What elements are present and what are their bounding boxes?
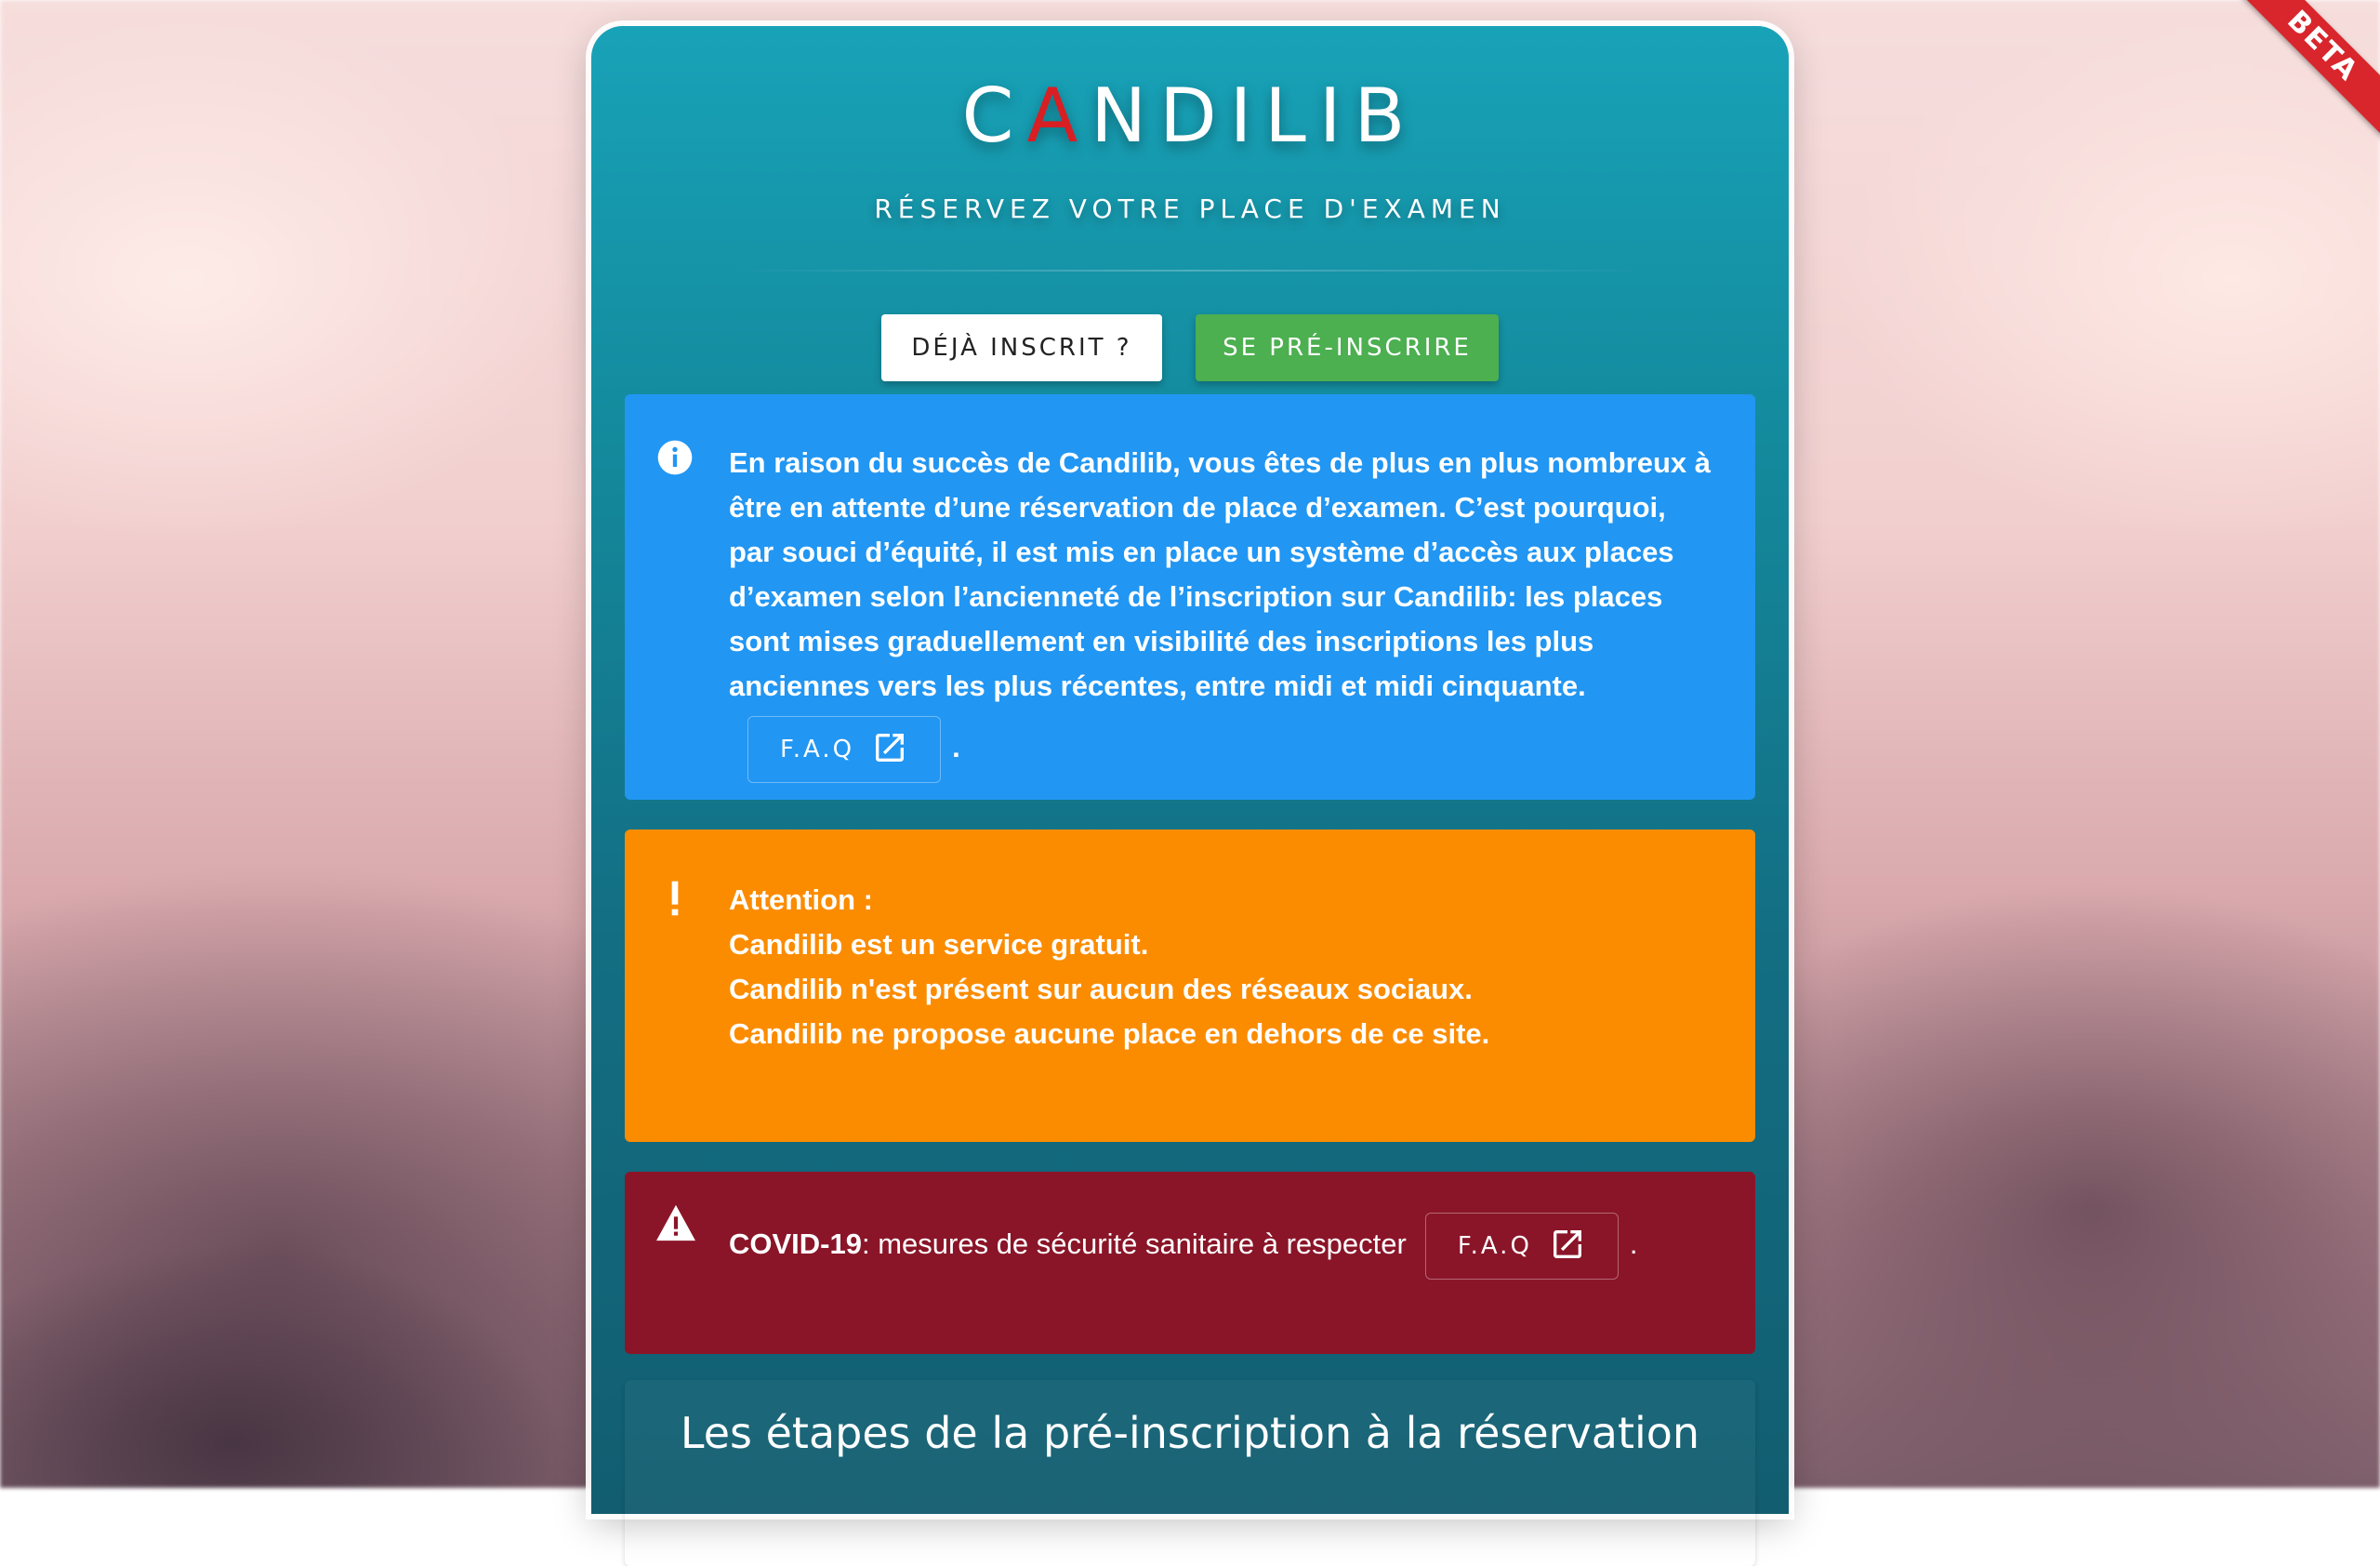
exclamation-icon [671, 881, 679, 916]
info-alert-text: En raison du succès de Candilib, vous êt… [729, 441, 1714, 783]
open-in-new-icon [876, 733, 905, 762]
logo-letter-a: A [1026, 73, 1091, 159]
logo-letter-c: C [961, 73, 1027, 159]
warning-line-1: Candilib est un service gratuit. [729, 928, 1149, 961]
warning-line-2: Candilib n'est présent sur aucun des rés… [729, 973, 1473, 1005]
covid-suffix: . [1629, 1228, 1638, 1261]
steps-title: Les étapes de la pré-inscription à la ré… [680, 1408, 1700, 1458]
covid-alert: COVID-19: mesures de sécurité sanitaire … [625, 1172, 1755, 1354]
warning-alert-text: Attention : Candilib est un service grat… [729, 878, 1714, 1056]
open-in-new-icon [1553, 1229, 1581, 1258]
covid-message: : mesures de sécurité sanitaire à respec… [861, 1228, 1407, 1261]
faq-button[interactable]: F.A.Q [747, 716, 942, 783]
covid-alert-text: COVID-19: mesures de sécurité sanitaire … [729, 1213, 1714, 1280]
divider [723, 270, 1657, 272]
page-subtitle: RÉSERVEZ VOTRE PLACE D'EXAMEN [874, 193, 1506, 224]
info-suffix: . [952, 731, 960, 764]
warning-line-title: Attention : [729, 883, 873, 916]
home-card: CANDILIB RÉSERVEZ VOTRE PLACE D'EXAMEN D… [591, 26, 1789, 1566]
covid-faq-button[interactable]: F.A.Q [1424, 1213, 1619, 1280]
covid-label: COVID-19 [729, 1228, 862, 1261]
faq-line: F.A.Q. [729, 716, 1714, 783]
logo-title: CANDILIB [591, 73, 1789, 159]
covid-faq-button-label: F.A.Q [1457, 1232, 1532, 1260]
warning-alert: Attention : Candilib est un service grat… [625, 829, 1755, 1142]
warning-line-3: Candilib ne propose aucune place en deho… [729, 1017, 1490, 1050]
faq-button-label: F.A.Q [780, 736, 855, 763]
warning-triangle-icon [656, 1204, 695, 1241]
logo-rest: NDILIB [1091, 73, 1419, 159]
steps-section: Les étapes de la pré-inscription à la ré… [625, 1380, 1755, 1566]
info-alert: En raison du succès de Candilib, vous êt… [625, 394, 1755, 800]
login-button[interactable]: DÉJÀ INSCRIT ? [881, 314, 1162, 381]
info-message: En raison du succès de Candilib, vous êt… [729, 446, 1711, 702]
register-button[interactable]: SE PRÉ-INSCRIRE [1196, 314, 1499, 381]
info-circle-icon [657, 440, 693, 475]
